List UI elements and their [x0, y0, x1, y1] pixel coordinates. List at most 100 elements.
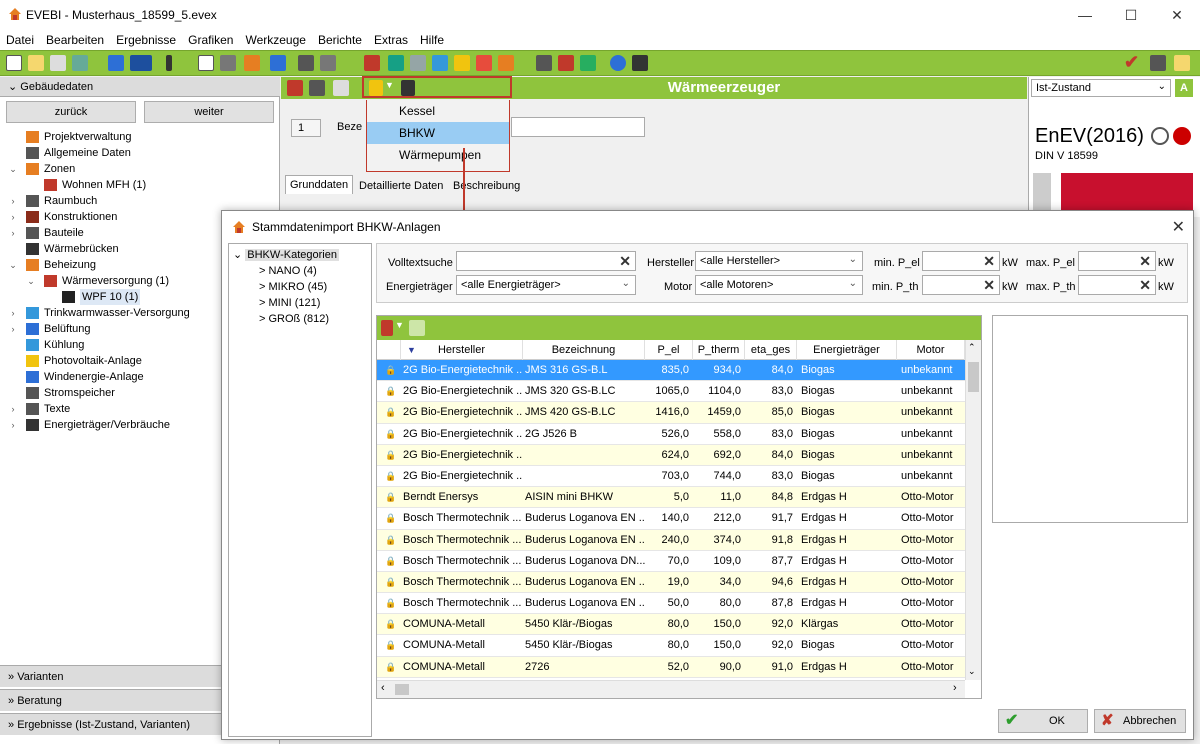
- copy-icon[interactable]: [50, 55, 66, 71]
- chevron-right-icon[interactable]: ›: [8, 305, 18, 321]
- table-row[interactable]: 🔒 COMUNA-Metall 5450 Klär-/Biogas 80,0 150,0…: [377, 635, 965, 657]
- tree-item[interactable]: Projektverwaltung: [8, 129, 278, 145]
- scroll-down-icon[interactable]: ⌄: [968, 666, 976, 677]
- tree-item[interactable]: ⌄ Zonen: [8, 161, 278, 177]
- menu-item-waermepumpen[interactable]: Wärmepumpen: [367, 144, 509, 166]
- energietraeger-select[interactable]: <alle Energieträger> ⌄: [456, 275, 636, 295]
- report-icon[interactable]: [298, 55, 314, 71]
- clear-icon[interactable]: ✕: [983, 253, 995, 270]
- chevron-down-icon[interactable]: ⌄: [8, 257, 18, 273]
- menu-extras[interactable]: Extras: [368, 30, 414, 47]
- clear-icon[interactable]: ✕: [1139, 277, 1151, 294]
- menu-werkzeuge[interactable]: Werkzeuge: [239, 30, 311, 47]
- menu-datei[interactable]: Datei: [0, 30, 40, 47]
- accordion-beratung[interactable]: » Beratung: [0, 689, 222, 711]
- radiator-icon[interactable]: [388, 55, 404, 71]
- scroll-left-icon[interactable]: ‹: [381, 682, 385, 694]
- horizontal-scrollbar[interactable]: ‹ ›: [377, 680, 965, 698]
- accordion-ergebnisse[interactable]: » Ergebnisse (Ist-Zustand, Varianten): [0, 713, 222, 735]
- table-row[interactable]: 🔒 Bosch Thermotechnik ... Buderus Loganova…: [377, 508, 965, 530]
- menu-item-bhkw[interactable]: BHKW: [367, 122, 509, 144]
- category-mikro[interactable]: > MIKRO (45): [259, 280, 327, 295]
- transfer-icon[interactable]: [1150, 55, 1166, 71]
- fan-icon[interactable]: [432, 55, 448, 71]
- tree-item[interactable]: › Raumbuch: [8, 193, 278, 209]
- accordion-varianten[interactable]: » Varianten: [0, 665, 222, 687]
- building-icon[interactable]: [364, 55, 380, 71]
- category-root[interactable]: ⌄ BHKW-Kategorien: [233, 248, 339, 263]
- grid-icon[interactable]: [320, 55, 336, 71]
- chart-icon[interactable]: [1174, 55, 1190, 71]
- tree-item[interactable]: Allgemeine Daten: [8, 145, 278, 161]
- table-row[interactable]: 🔒 Bosch Thermotechnik ... Buderus Loganova…: [377, 593, 965, 615]
- sigma-blue-icon[interactable]: [270, 55, 286, 71]
- forward-button[interactable]: weiter: [144, 101, 274, 123]
- chevron-down-icon[interactable]: ⌄: [26, 273, 36, 289]
- open-folder-icon[interactable]: [28, 55, 44, 71]
- table-row[interactable]: 🔒 2G Bio-Energietechnik ... 703,0 744,0 83,0…: [377, 466, 965, 488]
- table-row[interactable]: 🔒 Bosch Thermotechnik ... Buderus Loganova…: [377, 571, 965, 594]
- document-icon[interactable]: [198, 55, 214, 71]
- pdf-icon[interactable]: [558, 55, 574, 71]
- menu-hilfe[interactable]: Hilfe: [414, 30, 450, 47]
- column-header-ptherm[interactable]: P_therm: [693, 340, 745, 360]
- category-nano[interactable]: > NANO (4): [259, 264, 317, 279]
- volltext-input[interactable]: ✕: [456, 251, 636, 271]
- chevron-right-icon[interactable]: ›: [8, 401, 18, 417]
- device-icon[interactable]: [632, 55, 648, 71]
- tab-grunddaten[interactable]: Grunddaten: [285, 175, 354, 194]
- reset-columns-icon[interactable]: [409, 320, 425, 336]
- scroll-up-icon[interactable]: ⌃: [968, 342, 976, 353]
- category-mini[interactable]: > MINI (121): [259, 296, 320, 311]
- table-row[interactable]: 🔒 COMUNA-Metall 2726 52,0 90,0 91,0 Erdgas H Ot…: [377, 656, 965, 678]
- menu-ergebnisse[interactable]: Ergebnisse: [110, 30, 182, 47]
- min-pth-input[interactable]: ✕: [922, 275, 1000, 295]
- hersteller-select[interactable]: <alle Hersteller> ⌄: [695, 251, 863, 271]
- clear-icon[interactable]: ✕: [619, 253, 631, 270]
- table-row[interactable]: 🔒 2G Bio-Energietechnik ... JMS 316 GS-B.L…: [377, 360, 965, 382]
- panel-header[interactable]: ⌄ Gebäudedaten: [0, 77, 280, 97]
- check-icon[interactable]: ✔: [1124, 53, 1140, 71]
- menu-bearbeiten[interactable]: Bearbeiten: [40, 30, 110, 47]
- dena-icon[interactable]: [130, 55, 152, 71]
- battery-tool-icon[interactable]: [476, 55, 492, 71]
- help-icon[interactable]: [610, 55, 626, 71]
- column-header-pel[interactable]: P_el: [645, 340, 693, 360]
- cancel-button[interactable]: ✘ Abbrechen: [1094, 709, 1186, 733]
- split-icon[interactable]: [220, 55, 236, 71]
- max-pel-input[interactable]: ✕: [1078, 251, 1156, 271]
- search-tool-icon[interactable]: [410, 55, 426, 71]
- variant-select[interactable]: Ist-Zustand ⌄: [1031, 79, 1171, 97]
- maximize-button[interactable]: ☐: [1108, 0, 1154, 30]
- chevron-right-icon[interactable]: ›: [8, 321, 18, 337]
- close-button[interactable]: ✕: [1154, 0, 1200, 30]
- tab-beschreibung[interactable]: Beschreibung: [449, 177, 524, 195]
- leaf-icon[interactable]: [580, 55, 596, 71]
- table-row[interactable]: 🔒 Bosch Thermotechnik ... Buderus Loganova…: [377, 551, 965, 572]
- table-row[interactable]: 🔒 Bosch Thermotechnik ... Buderus Loganova…: [377, 529, 965, 551]
- table-row[interactable]: 🔒 2G Bio-Energietechnik ... 2G J526 B 526,0…: [377, 424, 965, 445]
- table-row[interactable]: 🔒 2G Bio-Energietechnik ... 624,0 692,0 84,0…: [377, 444, 965, 466]
- dialog-close-button[interactable]: ✕: [1172, 217, 1185, 237]
- column-header-motor[interactable]: Motor: [897, 340, 965, 360]
- sun-icon[interactable]: [454, 55, 470, 71]
- clear-icon[interactable]: ✕: [983, 277, 995, 294]
- table-row[interactable]: 🔒 COMUNA-Metall 5450 Klär-/Biogas 80,0 150,0…: [377, 614, 965, 636]
- table-row[interactable]: 🔒 2G Bio-Energietechnik ... JMS 320 GS-B.L…: [377, 381, 965, 403]
- calculator-icon[interactable]: [536, 55, 552, 71]
- hscroll-thumb[interactable]: [395, 684, 409, 695]
- chevron-right-icon[interactable]: ›: [8, 417, 18, 433]
- table-row[interactable]: 🔒 Berndt Enersys AISIN mini BHKW 5,0 11,0 84,…: [377, 487, 965, 509]
- chevron-right-icon[interactable]: ›: [8, 225, 18, 241]
- pen-icon[interactable]: [166, 55, 172, 71]
- category-gross[interactable]: > GROß (812): [259, 312, 329, 327]
- column-header-hersteller[interactable]: ▼ Hersteller: [401, 340, 523, 360]
- column-header-eta[interactable]: eta_ges: [745, 340, 797, 360]
- scroll-thumb[interactable]: [968, 362, 979, 392]
- column-header-bezeichnung[interactable]: Bezeichnung: [523, 340, 645, 360]
- max-pth-input[interactable]: ✕: [1078, 275, 1156, 295]
- menu-item-kessel[interactable]: Kessel: [367, 100, 509, 122]
- menu-grafiken[interactable]: Grafiken: [182, 30, 239, 47]
- menu-berichte[interactable]: Berichte: [312, 30, 368, 47]
- sigma-orange-icon[interactable]: [244, 55, 260, 71]
